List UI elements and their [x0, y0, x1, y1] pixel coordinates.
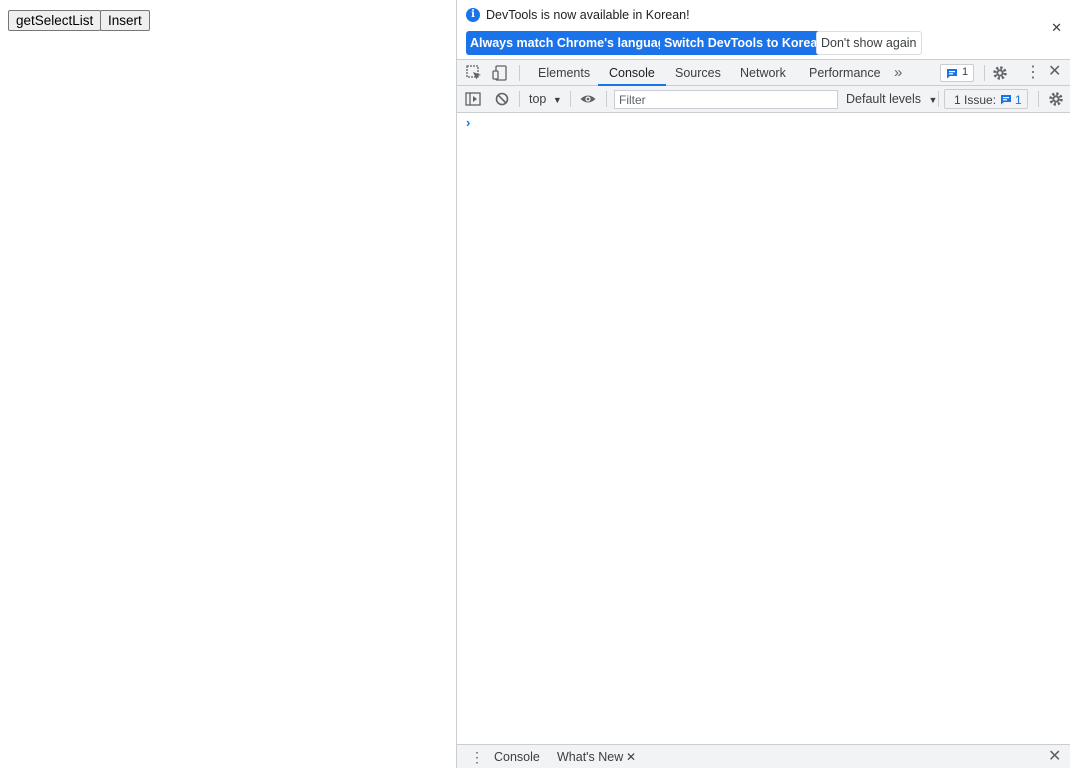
issues-button[interactable]: 1 Issue: 1 — [944, 89, 1028, 109]
console-output[interactable]: › — [457, 113, 1070, 744]
issues-counter-button[interactable]: 1 — [940, 64, 974, 82]
info-icon: i — [466, 8, 480, 22]
device-toolbar-icon[interactable] — [491, 64, 509, 82]
insert-button[interactable]: Insert — [100, 10, 150, 31]
more-tabs-icon[interactable]: » — [894, 60, 902, 86]
toolbar-divider — [519, 65, 520, 81]
issues-label: 1 Issue: — [954, 93, 997, 107]
clear-console-icon[interactable] — [493, 90, 511, 108]
console-settings-gear-icon[interactable] — [1047, 90, 1065, 108]
drawer-menu-icon[interactable]: ⋮ — [470, 747, 484, 767]
language-infobar: i DevTools is now available in Korean! ✕… — [457, 0, 1070, 59]
context-selector[interactable]: top ▼ — [529, 86, 562, 113]
live-expression-eye-icon[interactable] — [579, 90, 597, 108]
console-toolbar: top ▼ Default levels ▼ 1 Issue: 1 — [457, 86, 1070, 113]
close-drawer-icon[interactable]: ✕ — [1048, 745, 1061, 769]
message-icon — [947, 69, 957, 79]
toolbar-divider — [606, 91, 607, 107]
tab-sources[interactable]: Sources — [675, 60, 721, 86]
issues-counter-value: 1 — [962, 66, 969, 78]
levels-dropdown-icon: ▼ — [928, 95, 938, 105]
toolbar-divider — [570, 91, 571, 107]
infobar-close-icon[interactable]: ✕ — [1051, 20, 1062, 36]
drawer-tab-bar: ⋮ Console What's New ✕ ✕ — [457, 744, 1070, 768]
dont-show-again-button[interactable]: Don't show again — [816, 31, 922, 55]
get-select-list-button[interactable]: getSelectList — [8, 10, 102, 31]
close-tab-icon[interactable]: ✕ — [626, 745, 636, 769]
message-icon — [1001, 95, 1011, 105]
filter-input[interactable] — [614, 90, 838, 109]
tab-elements[interactable]: Elements — [538, 60, 590, 86]
main-tab-bar: Elements Console Sources Network Perform… — [457, 59, 1070, 86]
tab-network[interactable]: Network — [740, 60, 786, 86]
context-dropdown-icon: ▼ — [552, 95, 562, 105]
console-prompt-icon: › — [466, 115, 471, 130]
devtools-panel: i DevTools is now available in Korean! ✕… — [456, 0, 1070, 768]
toolbar-divider — [1038, 91, 1039, 107]
close-devtools-icon[interactable]: ✕ — [1048, 63, 1061, 81]
toolbar-divider — [519, 91, 520, 107]
log-levels-label: Default levels — [846, 92, 922, 106]
toolbar-divider — [938, 91, 939, 107]
drawer-tab-console[interactable]: Console — [494, 745, 540, 769]
always-match-language-button[interactable]: Always match Chrome's language — [466, 31, 677, 55]
infobar-message: DevTools is now available in Korean! — [486, 8, 690, 22]
sidebar-toggle-icon[interactable] — [464, 90, 482, 108]
inspected-page: getSelectList Insert — [0, 0, 456, 768]
tab-performance[interactable]: Performance — [809, 60, 881, 86]
drawer-tab-whats-new[interactable]: What's New — [557, 745, 623, 769]
context-label: top — [529, 92, 547, 106]
switch-to-korean-button[interactable]: Switch DevTools to Korean — [660, 31, 829, 55]
tab-console[interactable]: Console — [598, 60, 666, 86]
inspect-element-icon[interactable] — [465, 64, 483, 82]
customize-menu-icon[interactable]: ⋮ — [1025, 64, 1041, 82]
issues-count: 1 — [1015, 93, 1022, 107]
settings-gear-icon[interactable] — [991, 64, 1009, 82]
log-levels-dropdown[interactable]: Default levels ▼ — [846, 86, 937, 113]
toolbar-divider — [984, 65, 985, 81]
